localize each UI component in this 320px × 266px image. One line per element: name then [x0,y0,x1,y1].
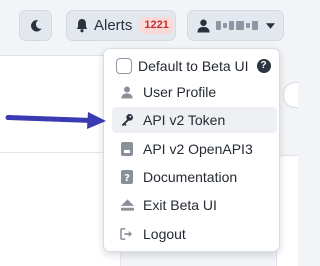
pointer-arrow-annotation [5,112,106,129]
